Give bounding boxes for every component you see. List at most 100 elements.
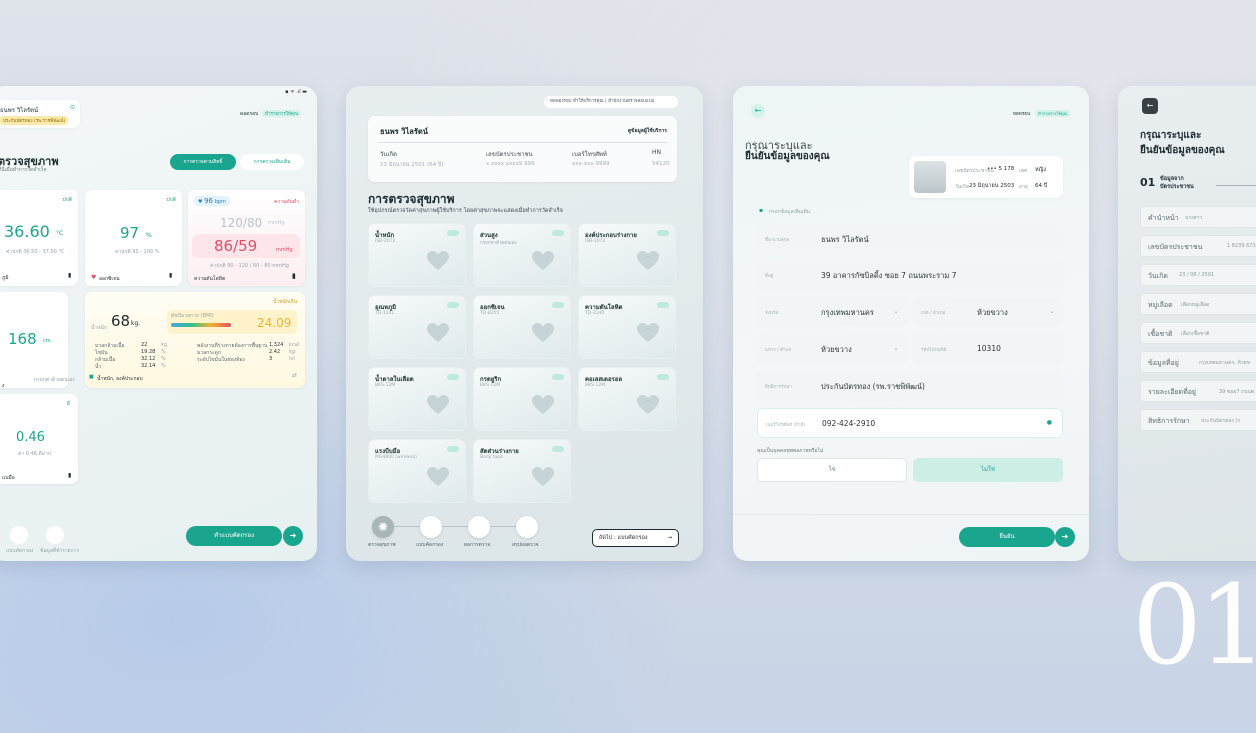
temperature-card[interactable]: ปกติ 36.60 °C ค่าปกติ 36.50 - 37.50 °C ภ…	[0, 190, 78, 286]
row-label: เลขบัตรประชาชน	[1148, 243, 1203, 251]
tab-extra[interactable]: การตรวจเพิ่มเติม	[240, 154, 304, 170]
status-toggle[interactable]	[447, 302, 459, 308]
info-value: x xxxx xxxx9 999	[486, 161, 535, 167]
step-circle[interactable]	[420, 516, 442, 538]
records-icon[interactable]	[46, 526, 64, 544]
chevron-down-icon: ⌄	[893, 344, 899, 352]
title-line-2: ยืนยันข้อมูลของคุณ	[1140, 145, 1225, 156]
status-toggle[interactable]	[447, 446, 459, 452]
step-circle[interactable]	[468, 516, 490, 538]
info-row[interactable]: ข้อมูลที่อยู่ กรุงเทพมหานคร, ห้วยข	[1140, 351, 1256, 373]
composition-value: 32.14	[141, 363, 156, 369]
title-line-1: กรุณาระบุและ	[1140, 130, 1202, 141]
height-label: ง	[2, 383, 5, 389]
composition-unit: %	[161, 349, 166, 355]
info-row[interactable]: รายละเอียดที่อยู่ 39 ซอย7 ถนนพ	[1140, 380, 1256, 402]
status-toggle[interactable]	[447, 230, 459, 236]
info-row[interactable]: วันเกิด 23 / 06 / 2501	[1140, 264, 1256, 286]
status-toggle[interactable]	[552, 302, 564, 308]
view-profile-link[interactable]: ดูข้อมูลผู้ใช้บริการ	[628, 127, 667, 135]
grip-card[interactable]: ดี 0.46 ค่า 0.46 ดีมาก แบมือ ▮	[0, 394, 78, 484]
district-select[interactable]: เขต / อำเภอ ห้วยขวาง ⌄	[913, 297, 1063, 327]
test-card[interactable]: น้ำหนัก ISB-2072	[368, 223, 466, 287]
test-card[interactable]: องค์ประกอบร่างกาย ISB-2072	[578, 223, 676, 287]
bmi-label: ดัชนีมวลกาย (BMI)	[171, 313, 214, 319]
next-button[interactable]: ถัดไป : แบบคัดกรอง →	[592, 529, 679, 547]
back-arrow-icon[interactable]: ←	[1142, 98, 1158, 114]
phone-field[interactable]: เบอร์โทรศัพท์ (ถ้ามี) 092-424-2910 ●	[757, 408, 1063, 438]
step-label: ตรวจสุขภาพ	[368, 542, 396, 548]
right-field[interactable]: สิทธิการรักษา ประกันบัตรทอง (รพ.ราชพิพัฒน…	[757, 371, 1063, 401]
info-row[interactable]: หมู่เลือด เลือกหมู่เลือด	[1140, 293, 1256, 315]
tab-rights[interactable]: การตรวจตามสิทธิ์	[170, 154, 236, 170]
bmi-value: 24.09	[257, 316, 292, 330]
age-label: อายุ	[1019, 184, 1028, 190]
row-label: หมู่เลือด	[1148, 301, 1173, 309]
weight-card[interactable]: น้ำหนักเกิน น้ำหนัก 68 kg. ดัชนีมวลกาย (…	[85, 292, 305, 388]
info-row[interactable]: เชื้อชาติ เลือกเชื้อชาติ	[1140, 322, 1256, 344]
test-card[interactable]: คอเลสเตอรอล BKS-12M	[578, 367, 676, 431]
postcode-field[interactable]: รหัสไปรษณีย์ 10310	[913, 334, 1063, 364]
test-card[interactable]: ส่วนสูง กรอกค่าด้วยตนเอง	[473, 223, 571, 287]
bottom-screening-label: แบบคัดกรอง	[6, 548, 34, 554]
info-row[interactable]: เลขบัตรประชาชน 1 8239 67355	[1140, 235, 1256, 257]
test-card[interactable]: ความดันโลหิต TD-3140	[578, 295, 676, 359]
name-field[interactable]: ชื่อ-นามสกุล ธนพร วิไลรัตน์	[757, 224, 1063, 254]
postcode-label: รหัสไปรษณีย์	[921, 348, 947, 353]
status-toggle[interactable]	[657, 302, 669, 308]
weight-unit: kg.	[131, 320, 141, 327]
device-code: TD-1241	[375, 311, 395, 316]
sync-icon[interactable]: ⇄	[292, 372, 297, 379]
test-card[interactable]: สัดส่วนร่างกาย Body tape	[473, 439, 571, 503]
test-card[interactable]: น้ำตาลในเลือด BKS-12M	[368, 367, 466, 431]
staff-name: ดอดรอบ	[240, 111, 259, 117]
subdistrict-select[interactable]: แขวง / ตำบล ห้วยขวาง ⌄	[757, 334, 907, 364]
height-sub: กรอกค่าด้วยตนเอง	[34, 377, 75, 383]
confirm-button[interactable]: ยืนยัน	[959, 527, 1055, 547]
info-row[interactable]: สิทธิการรักษา ประกันบัตรทอง (ร	[1140, 409, 1256, 431]
weight-value: 68	[111, 312, 131, 330]
province-select[interactable]: จังหวัด กรุงเทพมหานคร ⌄	[757, 297, 907, 327]
screening-icon[interactable]	[10, 526, 28, 544]
heart-icon: ♥	[91, 274, 97, 281]
height-card[interactable]: 168 cm. ง	[0, 292, 68, 389]
sex-value: หญิง	[1035, 167, 1046, 173]
screening-cta-button[interactable]: ทำแบบคัดกรอง	[186, 526, 282, 546]
arrow-right-icon[interactable]: ➜	[283, 526, 303, 546]
test-card[interactable]: อุณหภูมิ TD-1241	[368, 295, 466, 359]
status-toggle[interactable]	[552, 446, 564, 452]
back-arrow-icon[interactable]: ←	[751, 104, 765, 118]
status-toggle[interactable]	[447, 374, 459, 380]
spo2-value: 97	[120, 224, 140, 242]
status-toggle[interactable]	[552, 374, 564, 380]
test-card[interactable]: กรดยูริก BKS-12M	[473, 367, 571, 431]
composition-name: ระดับไขมันในช่องท้อง	[197, 357, 245, 363]
blood-pressure-card[interactable]: ♥ 96 bpm ความดันต่ำ 120/80 mmHg 86/59 mm…	[188, 190, 305, 286]
step-active-icon[interactable]: ✺	[372, 516, 394, 538]
avatar	[914, 161, 946, 193]
staff-pill[interactable]: ทดลองรอบ ทำให้บริการคุณ | สำนักงานตรวจสอ…	[544, 96, 678, 108]
no-option[interactable]: ไม่ใช่	[913, 458, 1063, 482]
address-label: ที่อยู่	[765, 274, 774, 279]
divider	[733, 514, 1089, 515]
heart-icon	[532, 395, 562, 423]
status-toggle[interactable]	[552, 230, 564, 236]
bp-value: 86/59	[214, 237, 258, 255]
arrow-right-icon[interactable]: ➜	[1055, 527, 1075, 547]
step-circle[interactable]	[516, 516, 538, 538]
info-row[interactable]: คำนำหน้า นางสาว	[1140, 206, 1256, 228]
scale-icon: ■	[89, 374, 94, 380]
section-label: กรอกข้อมูลเพิ่มเติม	[769, 209, 811, 215]
height-value: 168	[8, 330, 37, 348]
oxygen-card[interactable]: ปกติ 97 % ค่าปกติ 95 - 100 % ♥ ออกซิเจน …	[85, 190, 182, 286]
address-field[interactable]: ที่อยู่ 39 อาคารกัซบิลดิ้ง ซอย 7 ถนนพระรา…	[757, 260, 1063, 290]
info-label: วันเกิด	[380, 151, 398, 158]
yes-option[interactable]: ใช่	[757, 458, 907, 482]
test-card[interactable]: ออกซิเจน TD-8255	[473, 295, 571, 359]
user-card[interactable]: ธนพร วิไลรัตน์ ⊙ ประกันบัตรทอง (รพ.ราชพิ…	[0, 100, 80, 128]
spo2-unit: %	[146, 232, 152, 239]
info-label: HN	[652, 149, 661, 156]
test-card[interactable]: แรงบีบมือ MG4800 (wireless)	[368, 439, 466, 503]
status-toggle[interactable]	[657, 374, 669, 380]
status-toggle[interactable]	[657, 230, 669, 236]
